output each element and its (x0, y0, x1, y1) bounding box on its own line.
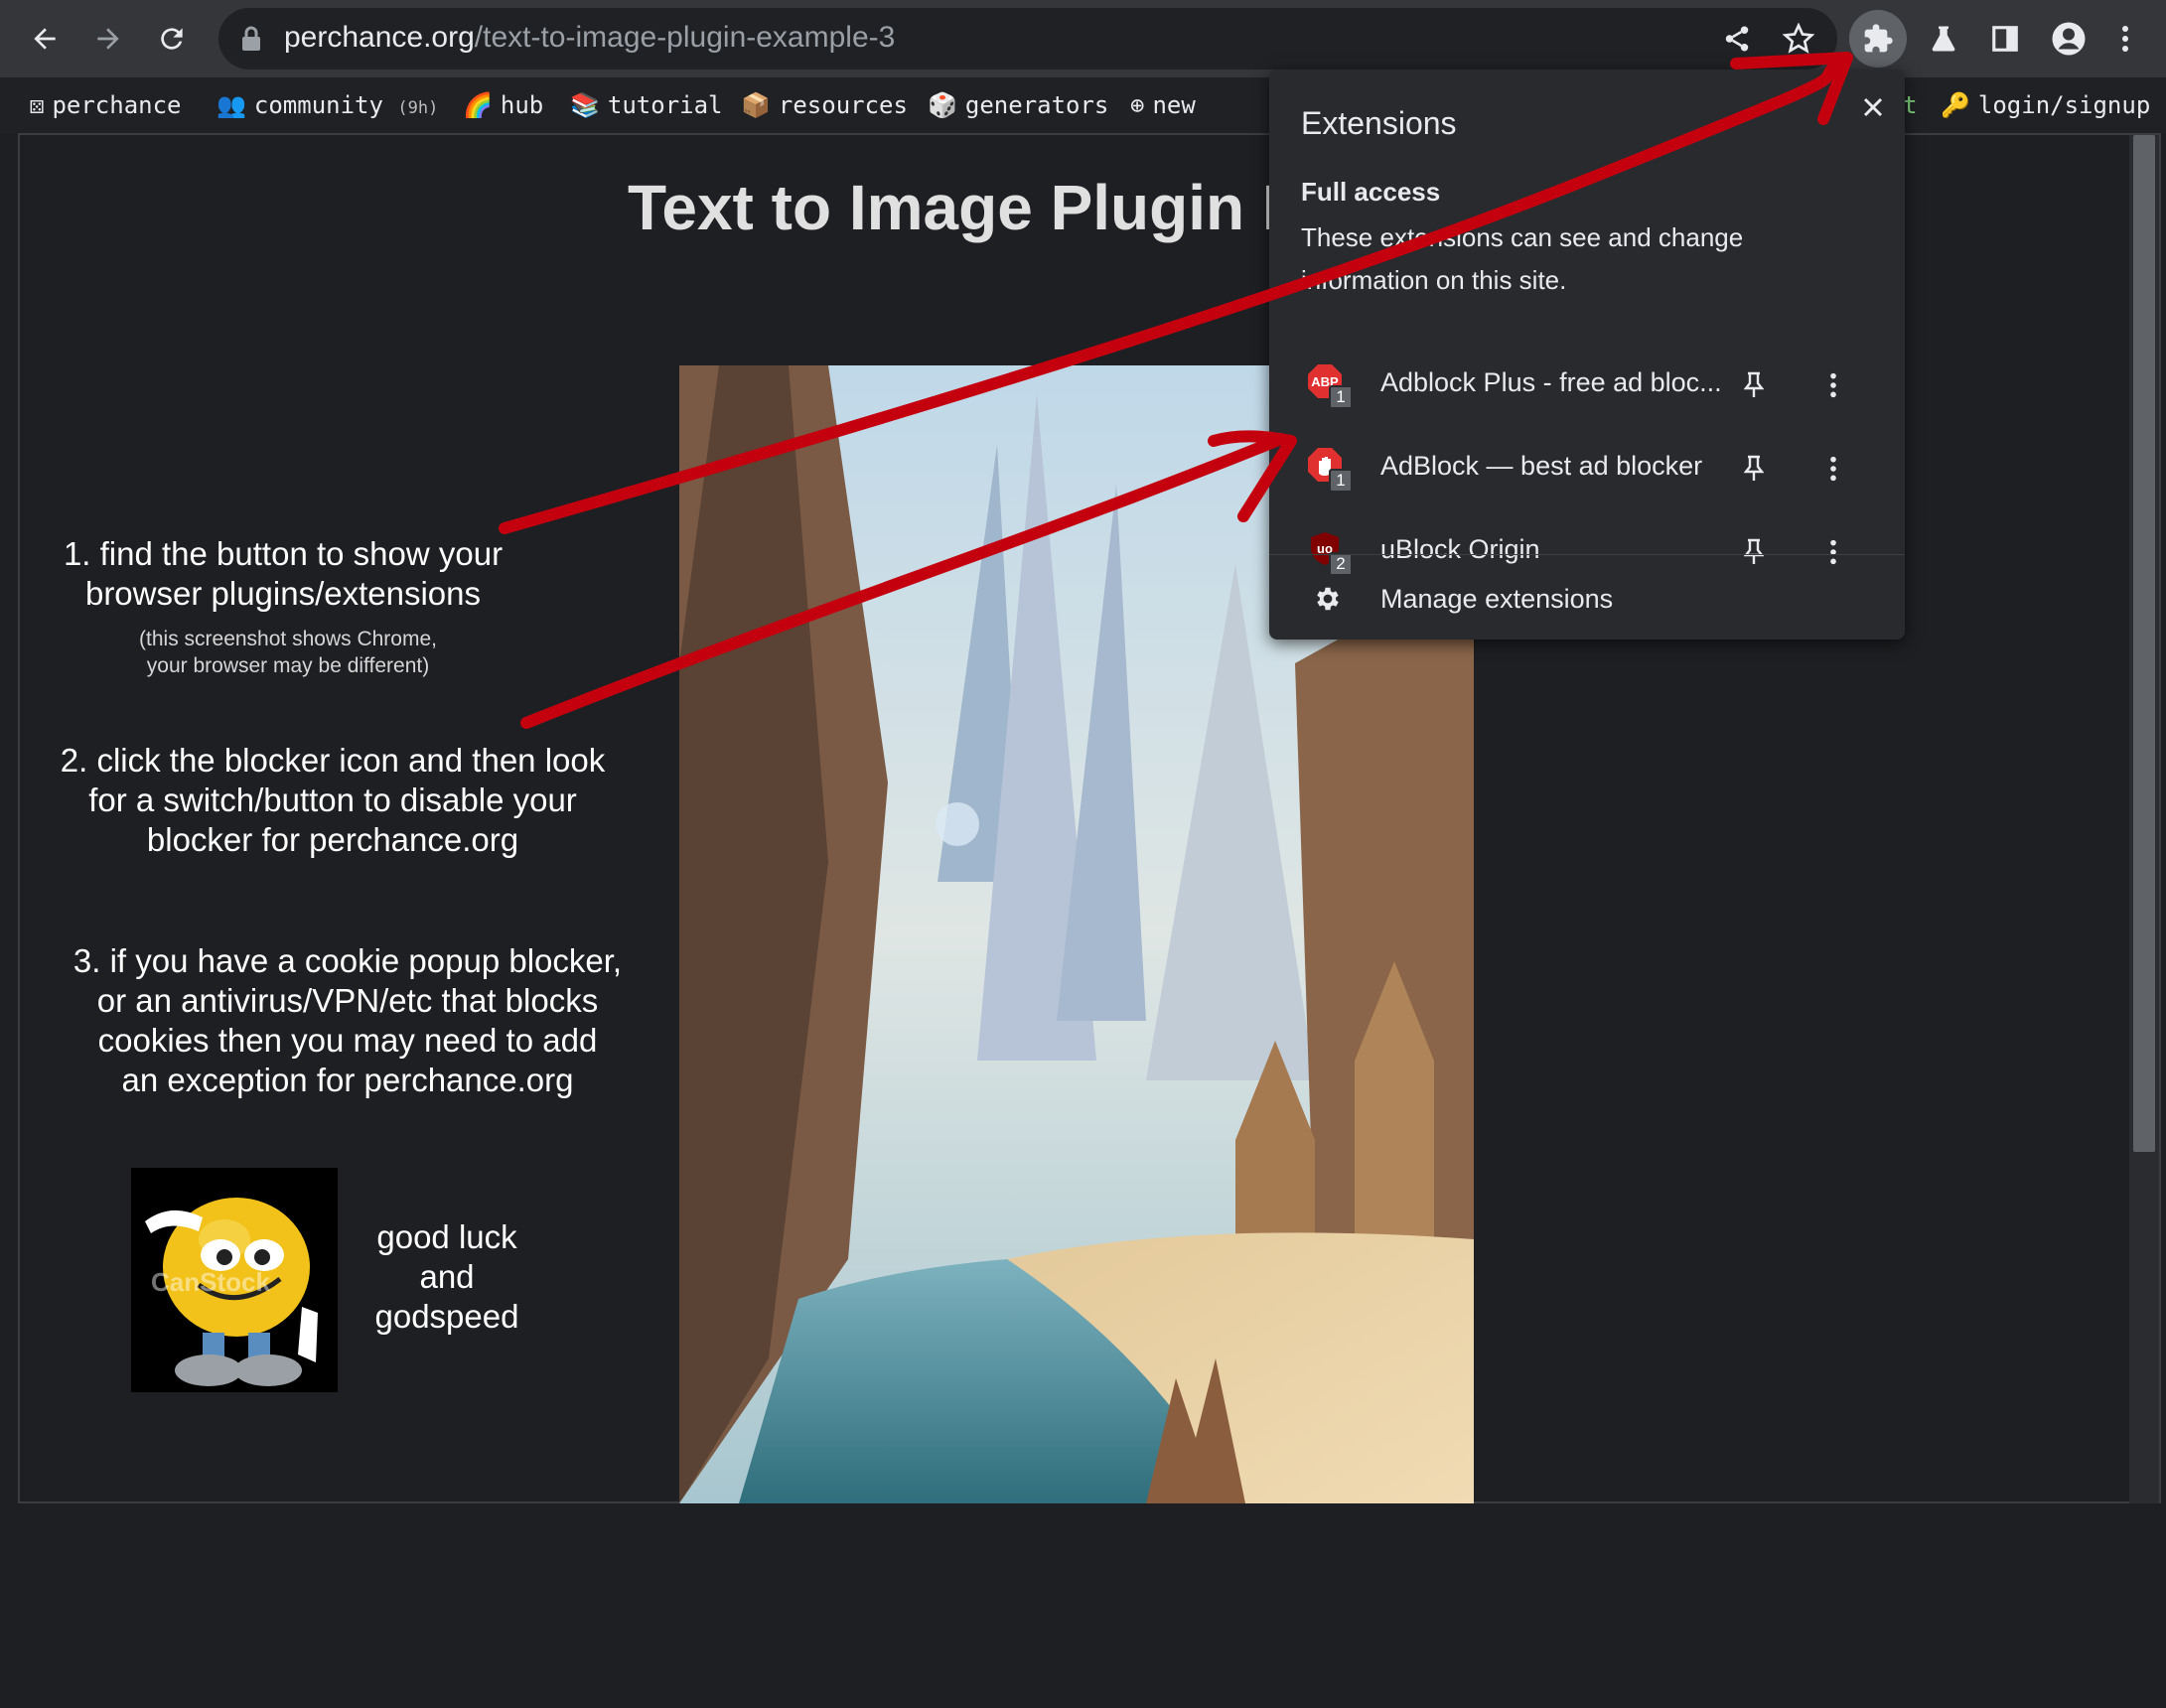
divider (1269, 554, 1905, 555)
saluting-emoji-image: CanStock (131, 1168, 338, 1392)
nav-tutorial[interactable]: 📚 tutorial (570, 91, 722, 119)
pin-button[interactable] (1734, 449, 1774, 489)
lock-icon (242, 26, 260, 51)
vertical-scrollbar[interactable] (2129, 135, 2159, 1503)
nav-login[interactable]: 🔑 login/signup (1941, 91, 2150, 119)
nav-resources[interactable]: 📦 resources (741, 91, 908, 119)
pin-button[interactable] (1734, 365, 1774, 405)
extensions-button[interactable] (1849, 10, 1907, 68)
full-access-heading: Full access (1301, 177, 1441, 207)
browser-toolbar: perchance.org/text-to-image-plugin-examp… (0, 0, 2166, 77)
kebab-menu-icon (1830, 372, 1836, 398)
people-icon: 👥 (217, 91, 246, 119)
close-icon (1863, 97, 1883, 117)
extension-name: Adblock Plus - free ad bloc... (1380, 367, 1722, 397)
watermark-text: CanStock (151, 1267, 270, 1297)
nav-generators[interactable]: 🎲 generators (928, 91, 1108, 119)
reload-button[interactable] (143, 10, 201, 68)
share-button[interactable] (1708, 10, 1766, 68)
badge-count: 1 (1329, 385, 1353, 409)
flask-icon (1932, 26, 1955, 52)
address-bar[interactable]: perchance.org/text-to-image-plugin-examp… (218, 8, 1837, 70)
extension-name: uBlock Origin (1380, 534, 1540, 564)
nav-partial-text: t (1903, 91, 1918, 119)
popup-title: Extensions (1301, 105, 1457, 141)
good-luck-text: good luck and godspeed (374, 1218, 519, 1335)
kebab-menu-icon (2122, 26, 2128, 52)
adblock-hand-icon: 1 (1307, 447, 1353, 493)
gear-icon (1313, 584, 1343, 618)
manage-extensions-label: Manage extensions (1380, 584, 1614, 614)
scrollbar-thumb[interactable] (2133, 135, 2155, 1152)
nav-new[interactable]: ⊕ new (1130, 91, 1196, 119)
menu-button[interactable] (2105, 10, 2145, 68)
rainbow-icon: 🌈 (463, 91, 493, 119)
side-panel-icon (1992, 26, 2018, 52)
step-1-note: (this screenshot shows Chrome, your brow… (139, 628, 437, 677)
forward-arrow-icon (97, 28, 119, 50)
forward-button[interactable] (79, 10, 137, 68)
url-text[interactable]: perchance.org/text-to-image-plugin-examp… (284, 21, 895, 55)
step-1-text: 1. find the button to show your browser … (63, 535, 504, 612)
key-icon: 🔑 (1941, 91, 1970, 119)
close-button[interactable] (1853, 87, 1893, 127)
puzzle-icon (1864, 24, 1893, 53)
pin-icon (1744, 455, 1764, 481)
plus-circle-icon: ⊕ (1130, 91, 1145, 119)
avatar-icon (2052, 22, 2086, 56)
labs-button[interactable] (1915, 10, 1972, 68)
extension-item-adblock[interactable]: 1 AdBlock — best ad blocker (1269, 427, 1905, 510)
abp-icon: ABP 1 (1307, 363, 1353, 409)
manage-extensions-button[interactable]: Manage extensions (1269, 562, 1905, 636)
share-icon (1725, 26, 1749, 52)
die-icon: 🎲 (928, 91, 957, 119)
dice-icon: ⚄ (30, 91, 45, 119)
more-options-button[interactable] (1813, 449, 1853, 489)
extension-item-adblock-plus[interactable]: ABP 1 Adblock Plus - free ad bloc... (1269, 344, 1905, 427)
nav-perchance[interactable]: ⚄ perchance (30, 91, 182, 119)
bookmark-button[interactable] (1770, 10, 1827, 68)
back-arrow-icon (34, 28, 56, 50)
extensions-popup: Extensions Full access These extensions … (1269, 70, 1905, 640)
extension-name: AdBlock — best ad blocker (1380, 451, 1703, 481)
profile-button[interactable] (2040, 10, 2097, 68)
star-icon (1783, 23, 1814, 54)
package-icon: 📦 (741, 91, 771, 119)
back-button[interactable] (16, 10, 73, 68)
side-panel-button[interactable] (1976, 10, 2034, 68)
step-3-text: 3. if you have a cookie popup blocker, o… (72, 942, 623, 1098)
more-options-button[interactable] (1813, 365, 1853, 405)
step-2-text: 2. click the blocker icon and then look … (60, 742, 606, 858)
full-access-description: These extensions can see and change info… (1301, 222, 1744, 295)
kebab-menu-icon (1830, 456, 1836, 482)
badge-count: 1 (1329, 469, 1353, 493)
books-icon: 📚 (570, 91, 600, 119)
url-host: perchance.org (284, 21, 475, 54)
pin-icon (1744, 371, 1764, 397)
nav-hub[interactable]: 🌈 hub (463, 91, 543, 119)
url-path: /text-to-image-plugin-example-3 (474, 21, 896, 54)
nav-community[interactable]: 👥 community (9h) (217, 91, 438, 119)
reload-icon (161, 28, 183, 50)
